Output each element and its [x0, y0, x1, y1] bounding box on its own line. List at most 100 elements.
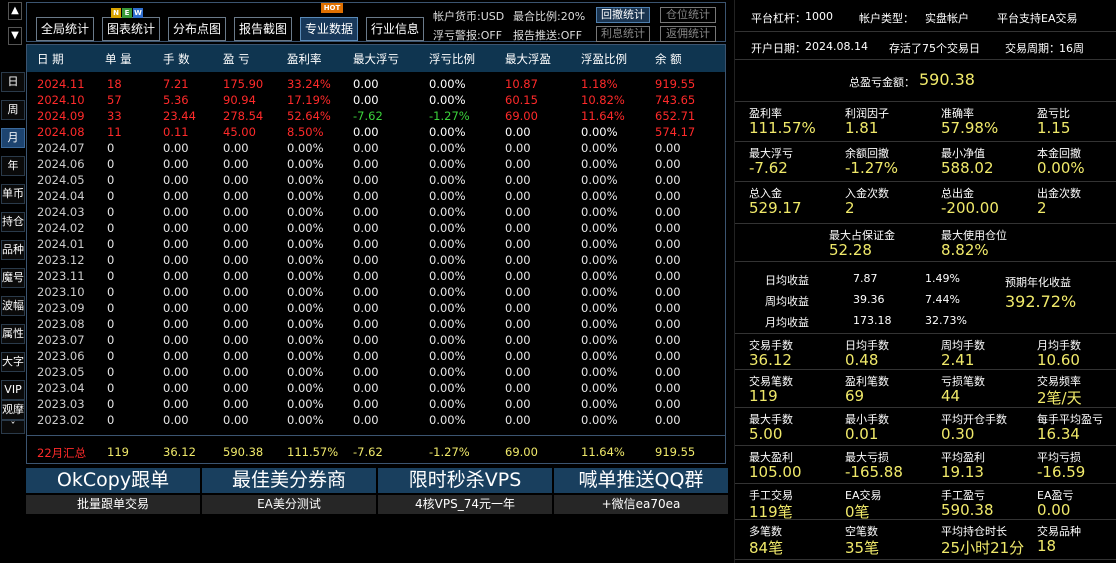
- cell-max-float-profit: 0.00: [505, 381, 531, 395]
- stat-value: 16.34: [1037, 425, 1080, 443]
- cell-float-loss-ratio: 0.00%: [429, 189, 466, 203]
- cell-pl: 0.00: [223, 317, 249, 331]
- cell-orders: 0: [107, 381, 115, 395]
- cell-pl: 0.00: [223, 253, 249, 267]
- table-row: 2023.10 0 0.00 0.00 0.00% 0.00 0.00% 0.00 0.00% 0…: [27, 285, 725, 301]
- summary-pl: 590.38: [223, 445, 264, 459]
- rebate-stats-button[interactable]: 返佣统计: [660, 26, 716, 42]
- total-pl-label: 总盈亏金额：: [849, 76, 915, 89]
- cell-pl: 0.00: [223, 205, 249, 219]
- side-tab-more[interactable]: ˇ: [1, 420, 25, 434]
- side-tab-vip[interactable]: VIP: [1, 380, 25, 400]
- cell-date: 2023.03: [37, 397, 85, 411]
- ad-qq-group[interactable]: 喊单推送QQ群 +微信ea70ea: [554, 468, 728, 514]
- side-tab-day[interactable]: 日: [1, 72, 25, 92]
- report-screenshot-button[interactable]: 报告截图: [234, 17, 292, 41]
- drawdown-stats-button[interactable]: 回撤统计: [596, 7, 650, 23]
- cell-float-loss-ratio: 0.00%: [429, 317, 466, 331]
- side-tab-symbols[interactable]: 品种: [1, 240, 25, 260]
- stat-group-g9: 手工交易 119笔 EA交易 0笔 手工盈亏 590.38 EA盈亏 0.00: [735, 484, 1116, 521]
- summary-profit-rate: 111.57%: [287, 445, 339, 459]
- income-percent: 7.44%: [925, 293, 960, 306]
- cell-lots: 23.44: [163, 109, 196, 123]
- cell-max-float-loss: 0.00: [353, 221, 379, 235]
- chart-stats-button[interactable]: 图表统计: [102, 17, 160, 41]
- position-stats-button[interactable]: 仓位统计: [660, 7, 716, 23]
- side-tab-observe[interactable]: 观摩: [1, 400, 25, 420]
- income-label: 周均收益: [765, 295, 809, 308]
- side-tab-large-font[interactable]: 大字: [1, 352, 25, 372]
- total-pl-row: 总盈亏金额： 590.38: [735, 60, 1116, 102]
- cell-max-float-profit: 0.00: [505, 125, 531, 139]
- annual-return-value: 392.72%: [1005, 292, 1077, 311]
- side-tab-month[interactable]: 月: [1, 128, 25, 148]
- cell-pl: 0.00: [223, 141, 249, 155]
- cell-float-profit-ratio: 0.00%: [581, 365, 618, 379]
- cell-float-loss-ratio: 0.00%: [429, 269, 466, 283]
- global-stats-button[interactable]: 全局统计: [36, 17, 94, 41]
- cell-profit-rate: 0.00%: [287, 141, 324, 155]
- cell-balance: 743.65: [655, 93, 696, 107]
- ad-vps-title[interactable]: 限时秒杀VPS: [378, 468, 552, 493]
- distribution-chart-button[interactable]: 分布点图: [168, 17, 226, 41]
- cell-pl: 0.00: [223, 157, 249, 171]
- cell-max-float-loss: 0.00: [353, 173, 379, 187]
- table-row: 2024.08 11 0.11 45.00 8.50% 0.00 0.00% 0.00 0.00…: [27, 125, 725, 141]
- report-push[interactable]: 报告推送:OFF: [513, 27, 582, 43]
- cell-max-float-loss: 0.00: [353, 381, 379, 395]
- side-tab-single-currency[interactable]: 单币: [1, 184, 25, 204]
- cell-max-float-loss: -7.62: [353, 109, 383, 123]
- side-tab-week[interactable]: 周: [1, 100, 25, 120]
- table-header: 日 期 单 量 手 数 盈 亏 盈利率 最大浮亏 浮亏比例 最大浮盈 浮盈比例 …: [27, 45, 725, 72]
- side-tab-magic[interactable]: 魔号: [1, 268, 25, 288]
- cell-max-float-profit: 0.00: [505, 349, 531, 363]
- income-percent: 32.73%: [925, 314, 967, 327]
- cell-max-float-profit: 60.15: [505, 93, 538, 107]
- cell-date: 2023.12: [37, 253, 85, 267]
- stat-value: 2.41: [941, 351, 975, 369]
- scroll-up-arrow[interactable]: ▲: [8, 2, 22, 20]
- cell-balance: 652.71: [655, 109, 696, 123]
- cell-lots: 0.00: [163, 173, 189, 187]
- cell-float-loss-ratio: 0.00%: [429, 349, 466, 363]
- ad-vps-subtitle[interactable]: 4核VPS_74元一年: [378, 495, 552, 514]
- industry-info-button[interactable]: 行业信息: [366, 17, 424, 41]
- ad-okcopy-title[interactable]: OkCopy跟单: [26, 468, 200, 493]
- cell-float-profit-ratio: 0.00%: [581, 173, 618, 187]
- stat-value: 0.48: [845, 351, 879, 369]
- ad-okcopy-subtitle[interactable]: 批量跟单交易: [26, 495, 200, 514]
- side-tab-year[interactable]: 年: [1, 156, 25, 176]
- total-pl-value: 590.38: [919, 70, 975, 89]
- cell-max-float-loss: 0.00: [353, 413, 379, 427]
- stat-group-g5: 交易手数 36.12 日均手数 0.48 周均手数 2.41 月均手数 10.60: [735, 334, 1116, 370]
- ad-vps[interactable]: 限时秒杀VPS 4核VPS_74元一年: [378, 468, 552, 514]
- scroll-down-arrow[interactable]: ▼: [8, 27, 22, 45]
- table-row: 2024.04 0 0.00 0.00 0.00% 0.00 0.00% 0.00 0.00% 0…: [27, 189, 725, 205]
- interest-stats-button[interactable]: 利息统计: [596, 26, 650, 42]
- summary-max-float-profit: 69.00: [505, 445, 538, 459]
- ad-broker-title[interactable]: 最佳美分券商: [202, 468, 376, 493]
- cell-date: 2024.05: [37, 173, 85, 187]
- side-tab-range[interactable]: 波幅: [1, 296, 25, 316]
- cell-balance: 0.00: [655, 157, 681, 171]
- cell-float-loss-ratio: 0.00%: [429, 333, 466, 347]
- pro-data-button[interactable]: 专业数据: [300, 17, 358, 41]
- table-row: 2024.02 0 0.00 0.00 0.00% 0.00 0.00% 0.00 0.00% 0…: [27, 221, 725, 237]
- cell-pl: 278.54: [223, 109, 264, 123]
- float-loss-alert[interactable]: 浮亏警报:OFF: [433, 27, 502, 43]
- cell-profit-rate: 0.00%: [287, 285, 324, 299]
- ad-qq-group-title[interactable]: 喊单推送QQ群: [554, 468, 728, 493]
- cell-date: 2023.05: [37, 365, 85, 379]
- cell-max-float-loss: 0.00: [353, 301, 379, 315]
- ad-broker-subtitle[interactable]: EA美分测试: [202, 495, 376, 514]
- cell-lots: 0.00: [163, 189, 189, 203]
- ad-broker[interactable]: 最佳美分券商 EA美分测试: [202, 468, 376, 514]
- side-tab-holdings[interactable]: 持仓: [1, 212, 25, 232]
- summary-label: 22月汇总: [37, 446, 87, 460]
- ad-okcopy[interactable]: OkCopy跟单 批量跟单交易: [26, 468, 200, 514]
- cell-float-profit-ratio: 0.00%: [581, 205, 618, 219]
- stat-group-g10: 多笔数 84笔 空笔数 35笔 平均持仓时长 25小时21分 交易品种 18: [735, 520, 1116, 560]
- cell-max-float-loss: 0.00: [353, 317, 379, 331]
- ad-qq-group-subtitle[interactable]: +微信ea70ea: [554, 495, 728, 514]
- side-tab-attributes[interactable]: 属性: [1, 324, 25, 344]
